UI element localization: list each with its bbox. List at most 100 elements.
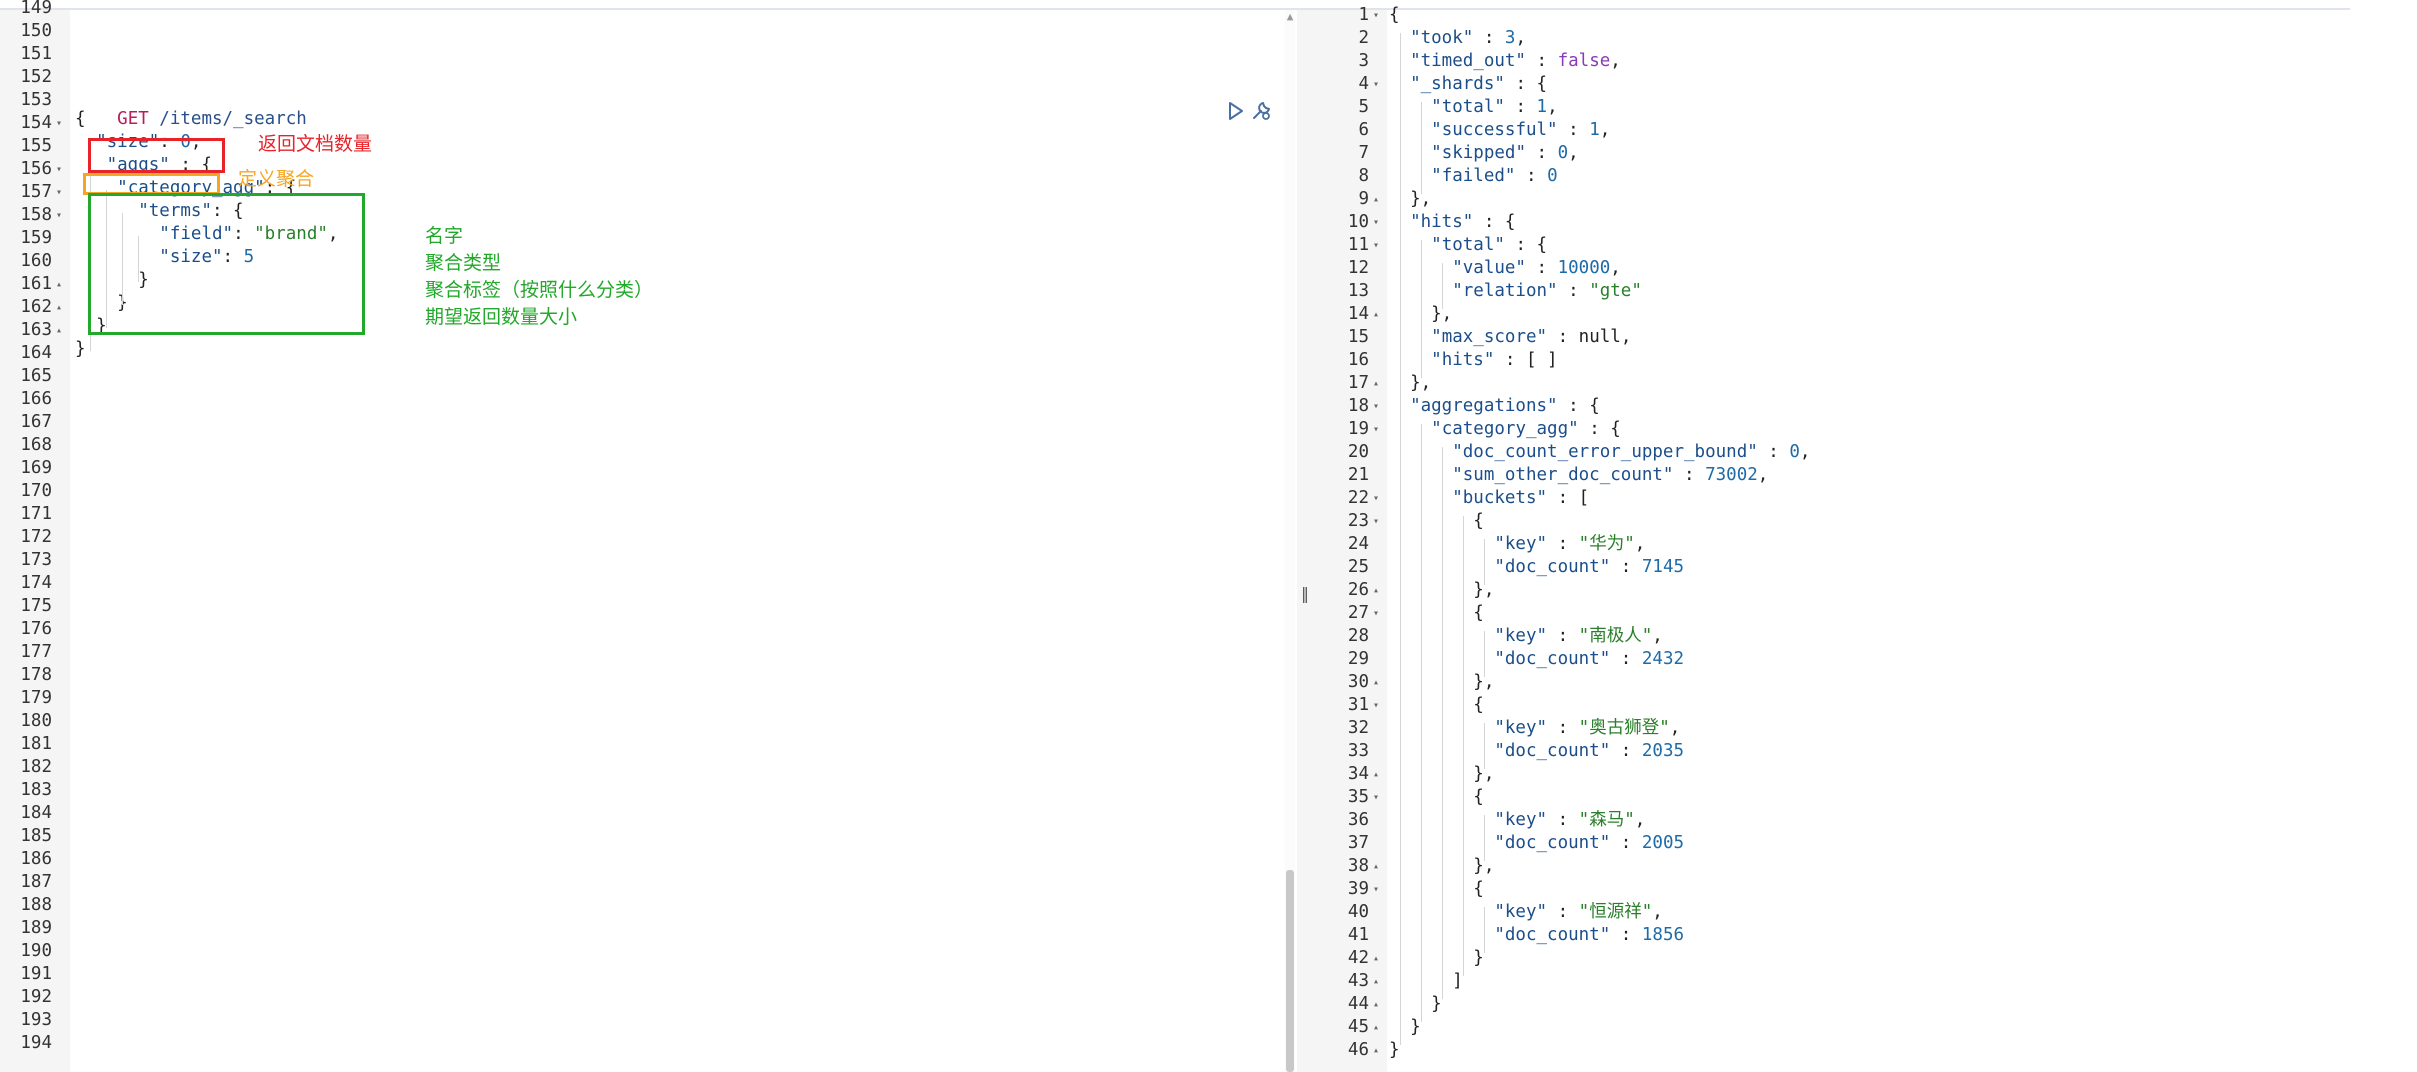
- aggs-annotation: 定义聚合: [238, 168, 315, 190]
- fold-end-icon[interactable]: ▴: [1373, 947, 1385, 970]
- resp-line: "timed_out" : false,: [1410, 51, 1621, 71]
- indent-guide: [1421, 102, 1422, 194]
- line-number: 163: [20, 320, 52, 340]
- fold-end-icon[interactable]: ▴: [56, 319, 68, 342]
- response-line-number: 12: [1347, 258, 1369, 278]
- fold-end-icon[interactable]: ▴: [1373, 1039, 1385, 1062]
- fold-end-icon[interactable]: ▴: [1373, 970, 1385, 993]
- line-number: 173: [20, 550, 52, 570]
- fold-end-icon[interactable]: ▴: [1373, 1016, 1385, 1039]
- response-line-number: 38: [1347, 856, 1369, 876]
- line-number: 179: [20, 688, 52, 708]
- response-line-number: 21: [1347, 465, 1369, 485]
- response-line-number: 31: [1347, 695, 1369, 715]
- response-line-number: 37: [1347, 833, 1369, 853]
- fold-end-icon[interactable]: ▴: [56, 296, 68, 319]
- line-number: 181: [20, 734, 52, 754]
- request-line[interactable]: GET /items/_search: [75, 85, 307, 129]
- fold-collapse-icon[interactable]: ▾: [1373, 487, 1385, 510]
- bucket-doc-count: 2432: [1641, 649, 1685, 669]
- fold-collapse-icon[interactable]: ▾: [1373, 73, 1385, 96]
- line-number: 189: [20, 918, 52, 938]
- resp-line: "total" : 1,: [1431, 97, 1558, 117]
- line-number: 187: [20, 872, 52, 892]
- line-number: 184: [20, 803, 52, 823]
- line-number: 156: [20, 159, 52, 179]
- bucket-key-line: "key" : "恒源祥",: [1494, 902, 1663, 922]
- response-line-number: 41: [1347, 925, 1369, 945]
- resp-line: "took" : 3,: [1410, 28, 1526, 48]
- fold-collapse-icon[interactable]: ▾: [1373, 4, 1385, 27]
- request-scrollbar-thumb[interactable]: [1286, 870, 1294, 1072]
- response-line-number: 13: [1347, 281, 1369, 301]
- size-highlight-box: [88, 138, 225, 173]
- line-number: 169: [20, 458, 52, 478]
- fold-end-icon[interactable]: ▴: [1373, 579, 1385, 602]
- response-line-number: 35: [1347, 787, 1369, 807]
- code-line-164: }: [75, 339, 86, 359]
- fold-collapse-icon[interactable]: ▾: [1373, 211, 1385, 234]
- request-url: /items/_search: [148, 109, 307, 129]
- fold-end-icon[interactable]: ▴: [1373, 763, 1385, 786]
- fold-collapse-icon[interactable]: ▾: [1373, 418, 1385, 441]
- fold-collapse-icon[interactable]: ▾: [1373, 602, 1385, 625]
- fold-collapse-icon[interactable]: ▾: [1373, 234, 1385, 257]
- fold-end-icon[interactable]: ▴: [1373, 372, 1385, 395]
- line-number: 171: [20, 504, 52, 524]
- resp-line: {: [1389, 787, 1484, 807]
- fold-collapse-icon[interactable]: ▾: [1373, 395, 1385, 418]
- response-line-number: 44: [1347, 994, 1369, 1014]
- response-line-number: 4: [1358, 74, 1369, 94]
- bucket-doc-count: 7145: [1641, 557, 1685, 577]
- fold-collapse-icon[interactable]: ▾: [1373, 878, 1385, 901]
- resp-line: "sum_other_doc_count" : 73002,: [1452, 465, 1769, 485]
- fold-end-icon[interactable]: ▴: [1373, 855, 1385, 878]
- line-number: 165: [20, 366, 52, 386]
- fold-end-icon[interactable]: ▴: [1373, 188, 1385, 211]
- line-number: 193: [20, 1010, 52, 1030]
- scroll-up-icon[interactable]: ▲: [1283, 10, 1297, 24]
- response-line-number: 1: [1358, 5, 1369, 25]
- line-number: 167: [20, 412, 52, 432]
- fold-collapse-icon[interactable]: ▾: [56, 112, 68, 135]
- fold-end-icon[interactable]: ▴: [1373, 671, 1385, 694]
- line-number: 150: [20, 21, 52, 41]
- splitter-handle-icon[interactable]: ‖: [1297, 582, 1313, 606]
- resp-line: }: [1389, 994, 1442, 1014]
- response-line-number: 19: [1347, 419, 1369, 439]
- fold-collapse-icon[interactable]: ▾: [56, 158, 68, 181]
- line-number: 178: [20, 665, 52, 685]
- fold-end-icon[interactable]: ▴: [56, 273, 68, 296]
- response-line-number: 9: [1358, 189, 1369, 209]
- response-line-number: 43: [1347, 971, 1369, 991]
- fold-collapse-icon[interactable]: ▾: [56, 181, 68, 204]
- resp-line: {: [1389, 603, 1484, 623]
- hits-total-value: 10000: [1557, 258, 1611, 278]
- resp-line: "relation" : "gte": [1452, 281, 1642, 301]
- max-score-value: null: [1578, 327, 1621, 347]
- indent-guide: [1442, 447, 1443, 999]
- fold-end-icon[interactable]: ▴: [1373, 303, 1385, 326]
- bucket-count-line: "doc_count" : 1856: [1494, 925, 1685, 945]
- fold-collapse-icon[interactable]: ▾: [1373, 694, 1385, 717]
- line-number: 152: [20, 67, 52, 87]
- response-line-number: 7: [1358, 143, 1369, 163]
- indent-guide: [1484, 631, 1485, 677]
- play-icon[interactable]: [1227, 101, 1245, 121]
- response-line-number: 15: [1347, 327, 1369, 347]
- response-line-number: 20: [1347, 442, 1369, 462]
- response-line-number: 8: [1358, 166, 1369, 186]
- fold-collapse-icon[interactable]: ▾: [1373, 510, 1385, 533]
- line-number: 191: [20, 964, 52, 984]
- wrench-icon[interactable]: [1250, 100, 1272, 122]
- fold-end-icon[interactable]: ▴: [1373, 993, 1385, 1016]
- response-line-number: 25: [1347, 557, 1369, 577]
- fold-collapse-icon[interactable]: ▾: [1373, 786, 1385, 809]
- type-annotation: 聚合类型: [425, 252, 502, 274]
- indent-guide: [1484, 907, 1485, 953]
- code-line-154: {: [75, 109, 86, 129]
- fold-collapse-icon[interactable]: ▾: [56, 204, 68, 227]
- resp-line: }: [1389, 1017, 1421, 1037]
- line-number: 182: [20, 757, 52, 777]
- panel-splitter[interactable]: [1297, 10, 1313, 1072]
